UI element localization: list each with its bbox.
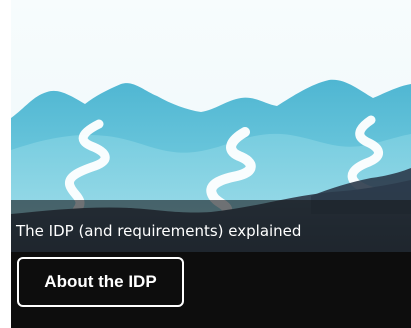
card-caption: The IDP (and requirements) explained (16, 222, 302, 240)
about-idp-button[interactable]: About the IDP (17, 257, 184, 307)
